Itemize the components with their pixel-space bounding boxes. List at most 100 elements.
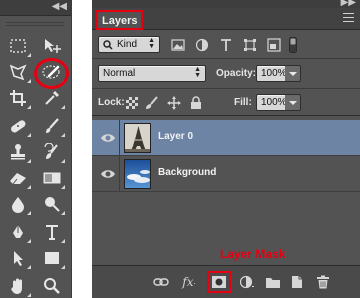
eyedropper-tool[interactable] [38,86,66,110]
brush-lock-icon [146,96,158,109]
opacity-value: 100% [261,68,287,79]
layer-thumbnail[interactable] [124,159,151,189]
layer-row-background[interactable]: Background [92,156,360,192]
fill-label: Fill: [234,97,252,108]
adjustment-layer-button[interactable] [238,274,256,290]
divider [92,58,360,59]
eyedropper-icon [45,91,59,105]
brush-icon [46,118,59,133]
marquee-icon [10,39,26,53]
crop-icon [10,90,26,106]
opacity-dropdown-button[interactable] [285,65,301,82]
eiffel-tower-thumbnail [125,124,150,152]
layers-bottom-bar: fx. [92,265,360,298]
eraser-icon [10,173,26,185]
checkerboard-icon [126,97,138,109]
fill-dropdown-button[interactable] [285,94,301,111]
layer-style-button[interactable]: fx. [180,274,198,290]
zoom-tool[interactable] [38,274,66,298]
filter-row: Kind ▲ ▼ [92,34,360,56]
type-icon [46,225,58,240]
eye-icon[interactable] [100,166,116,182]
type-tool[interactable] [38,220,66,244]
opacity-input[interactable]: 100% [256,65,287,82]
new-layer-button[interactable] [288,274,306,290]
marquee-tool[interactable] [4,34,32,58]
visibility-divider [119,120,120,156]
lock-all-button[interactable] [188,95,204,111]
lock-icon [191,96,201,109]
lock-position-button[interactable] [166,95,182,111]
lock-row: Lock: Fill: 100% [92,92,360,114]
panel-grip[interactable] [6,22,64,26]
move-icon [45,39,61,53]
eye-icon[interactable] [100,130,116,146]
lock-image-pixels-button[interactable] [144,95,160,111]
eraser-tool[interactable] [4,166,32,190]
dodge-tool[interactable] [38,192,66,216]
fx-icon: fx [182,275,194,289]
filter-type-icon[interactable] [218,37,234,53]
path-selection-icon [14,251,23,266]
dodge-icon [45,197,60,212]
fill-value: 100% [261,97,287,108]
tool-highlight-circle [34,58,69,89]
filter-smart-object-icon[interactable] [266,37,282,53]
hand-tool[interactable] [4,274,32,298]
visibility-divider [119,156,120,192]
pen-icon [13,225,23,238]
trash-icon [317,275,329,289]
sky-thumbnail [125,160,150,188]
brush-tool[interactable] [38,114,66,138]
history-brush-tool[interactable] [38,140,66,164]
collapse-icon[interactable]: ◀◀ [52,1,67,12]
blend-mode-select[interactable]: Normal ▲ ▼ [98,65,206,82]
group-icon [266,277,280,288]
zoom-icon [44,278,60,294]
layer-row-layer-0[interactable]: Layer 0 [92,120,360,156]
search-icon [103,40,113,50]
tools-panel: ◀◀ [0,0,72,298]
type-filter-icon [221,39,231,51]
lock-transparent-pixels-button[interactable] [124,95,140,111]
layer-thumbnail[interactable] [124,123,151,153]
tab-layers[interactable]: Layers [96,10,144,30]
add-layer-mask-button[interactable] [210,274,228,290]
blend-row: Normal ▲ ▼ Opacity: 100% [92,63,360,85]
add-mask-icon [212,276,226,288]
gradient-tool[interactable] [38,166,66,190]
layer-name: Background [158,167,217,178]
blend-mode-value: Normal [103,68,136,79]
rectangle-tool[interactable] [38,246,66,270]
tools-panel-header: ◀◀ [0,0,71,16]
image-icon [171,39,185,51]
blur-tool[interactable] [4,192,32,216]
healing-brush-tool[interactable] [4,114,32,138]
filter-toggle-icon [289,37,297,53]
filter-pixel-icon[interactable] [170,37,186,53]
collapse-panel-icon[interactable]: ▶▶ [341,0,356,8]
crop-tool[interactable] [4,86,32,110]
blur-icon [12,197,24,213]
filter-shape-icon[interactable] [242,37,258,53]
path-selection-tool[interactable] [4,246,32,270]
filter-adjustment-icon[interactable] [194,37,210,53]
hand-icon [11,278,22,294]
smart-object-icon [267,38,281,52]
lock-label: Lock: [98,97,125,108]
half-circle-icon [195,38,209,52]
clone-stamp-tool[interactable] [4,140,32,164]
lasso-icon [9,64,27,81]
rectangle-icon [45,252,59,264]
delete-layer-button[interactable] [314,274,332,290]
fill-input[interactable]: 100% [256,94,287,111]
link-layers-button[interactable] [152,274,170,290]
move-tool[interactable] [38,34,66,58]
panel-menu-icon[interactable] [343,13,354,22]
filter-toggle[interactable] [288,36,298,54]
layers-panel: ▶▶ Layers Kind ▲ ▼ Normal ▲ ▼ Opacity: 1… [92,0,360,298]
new-group-button[interactable] [264,274,282,290]
lasso-tool[interactable] [4,60,32,84]
kind-filter-select[interactable]: Kind ▲ ▼ [98,36,160,53]
pen-tool[interactable] [4,220,32,244]
